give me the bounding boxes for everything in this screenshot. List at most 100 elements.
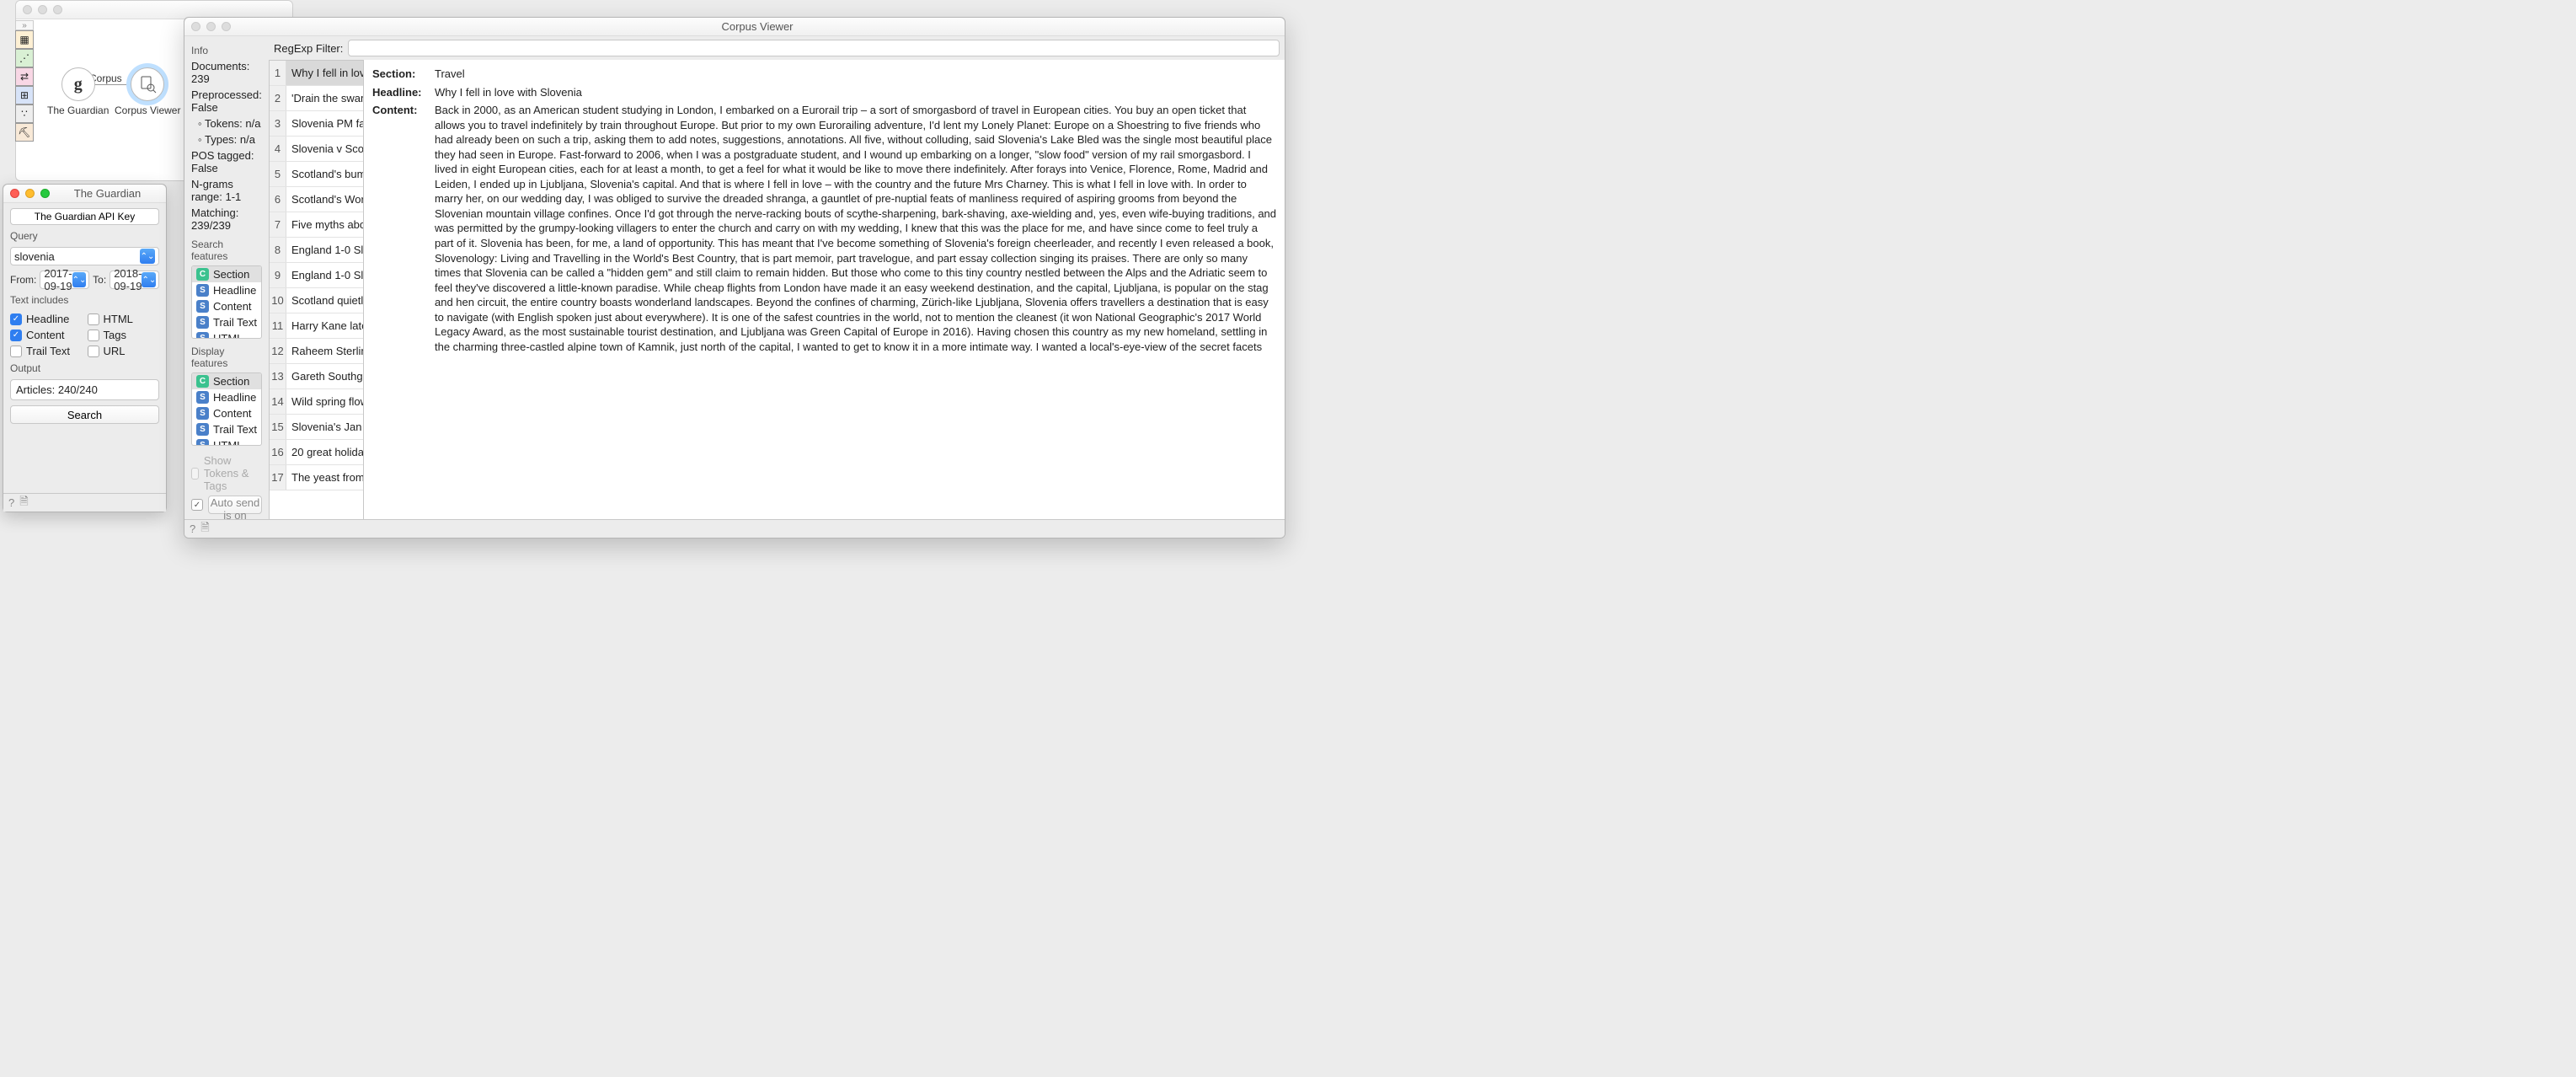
close-icon[interactable] bbox=[10, 189, 19, 198]
search-button[interactable]: Search bbox=[10, 405, 159, 424]
chk-html[interactable]: HTML bbox=[88, 313, 160, 325]
chk-headline[interactable]: ✓Headline bbox=[10, 313, 83, 325]
row-number: 1 bbox=[270, 61, 286, 85]
feature-label: HTML bbox=[213, 332, 243, 339]
feature-item[interactable]: SHeadline bbox=[192, 282, 261, 298]
table-row[interactable]: 4Slovenia v Scotland: Worl… bbox=[270, 137, 363, 162]
info-ngrams: N-grams range: 1-1 bbox=[191, 178, 262, 203]
zoom-icon[interactable] bbox=[40, 189, 50, 198]
row-number: 15 bbox=[270, 415, 286, 439]
query-label: Query bbox=[10, 230, 159, 242]
chk-content-label: Content bbox=[26, 329, 65, 341]
report-icon[interactable]: 🗎 bbox=[200, 520, 209, 538]
info-heading: Info bbox=[191, 45, 262, 56]
row-title: England 1-0 Slovenia: Five… bbox=[286, 238, 363, 262]
minimize-icon[interactable] bbox=[25, 189, 35, 198]
zoom-icon[interactable] bbox=[222, 22, 231, 31]
chk-trailtext[interactable]: Trail Text bbox=[10, 345, 83, 357]
search-features-list[interactable]: CSectionSHeadlineSContentSTrail TextSHTM… bbox=[191, 265, 262, 339]
table-row[interactable]: 14Wild spring flowers in Euro… bbox=[270, 389, 363, 415]
feature-item[interactable]: SHTML bbox=[192, 437, 261, 446]
table-row[interactable]: 9England 1-0 Slovenia: Wor… bbox=[270, 263, 363, 288]
type-badge-icon: S bbox=[196, 423, 209, 436]
table-row[interactable]: 1620 great holidays in Centr… bbox=[270, 440, 363, 465]
minimize-icon[interactable] bbox=[206, 22, 216, 31]
from-date-select[interactable]: 2017-09-19 ⌃⌄ bbox=[40, 271, 89, 289]
node-corpus-viewer[interactable]: Corpus Viewer bbox=[115, 67, 180, 116]
row-number: 2 bbox=[270, 86, 286, 110]
close-icon[interactable] bbox=[191, 22, 200, 31]
chevron-down-icon[interactable]: ⌃⌄ bbox=[140, 249, 155, 264]
query-input[interactable]: slovenia ⌃⌄ bbox=[10, 247, 159, 265]
autosend-button[interactable]: Auto send is on bbox=[208, 496, 262, 514]
table-row[interactable]: 17The yeast from the east: si… bbox=[270, 465, 363, 490]
palette-tool-5[interactable]: ∵ bbox=[15, 104, 34, 123]
row-number: 8 bbox=[270, 238, 286, 262]
table-row[interactable]: 3Slovenia PM facing impea… bbox=[270, 111, 363, 137]
chk-tags[interactable]: Tags bbox=[88, 329, 160, 341]
node-guardian-label: The Guardian bbox=[47, 104, 109, 116]
guardian-titlebar[interactable]: The Guardian bbox=[3, 185, 166, 203]
close-icon[interactable] bbox=[23, 5, 32, 14]
feature-item[interactable]: SHTML bbox=[192, 330, 261, 339]
output-value: Articles: 240/240 bbox=[10, 379, 159, 400]
search-features-heading: Search features bbox=[191, 238, 262, 262]
help-icon[interactable]: ? bbox=[8, 496, 14, 509]
row-title: Slovenia PM facing impea… bbox=[286, 111, 363, 136]
palette-tool-4[interactable]: ⊞ bbox=[15, 86, 34, 104]
palette-tool-1[interactable]: ▦ bbox=[15, 30, 34, 49]
chevron-down-icon[interactable]: ⌃⌄ bbox=[72, 272, 87, 287]
api-key-button[interactable]: The Guardian API Key bbox=[10, 208, 159, 225]
feature-item[interactable]: STrail Text bbox=[192, 421, 261, 437]
feature-item[interactable]: SHeadline bbox=[192, 389, 261, 405]
table-row[interactable]: 13Gareth Southgate will be p… bbox=[270, 364, 363, 389]
palette-chevron-icon[interactable]: » bbox=[15, 20, 34, 30]
viewer-statusbar: ? 🗎 bbox=[184, 519, 1285, 538]
row-title: Wild spring flowers in Euro… bbox=[286, 389, 363, 414]
feature-item[interactable]: STrail Text bbox=[192, 314, 261, 330]
chevron-down-icon[interactable]: ⌃⌄ bbox=[142, 272, 156, 287]
regexp-input[interactable] bbox=[348, 40, 1280, 56]
feature-label: Headline bbox=[213, 391, 256, 404]
feature-item[interactable]: S Content bbox=[192, 405, 261, 421]
row-title: 20 great holidays in Centr… bbox=[286, 440, 363, 464]
node-viewer-label: Corpus Viewer bbox=[115, 104, 180, 116]
minimize-icon[interactable] bbox=[38, 5, 47, 14]
table-row[interactable]: 1Why I fell in love with Slov… bbox=[270, 61, 363, 86]
to-date-select[interactable]: 2018-09-19 ⌃⌄ bbox=[110, 271, 159, 289]
report-icon[interactable]: 🗎 bbox=[19, 494, 28, 512]
viewer-titlebar[interactable]: Corpus Viewer bbox=[184, 18, 1285, 36]
display-features-heading: Display features bbox=[191, 346, 262, 369]
help-icon[interactable]: ? bbox=[190, 522, 195, 535]
info-documents: Documents: 239 bbox=[191, 60, 262, 85]
document-table[interactable]: 1Why I fell in love with Slov…2'Drain th… bbox=[270, 60, 363, 519]
node-guardian[interactable]: g The Guardian bbox=[47, 67, 109, 116]
row-title: Slovenia v Scotland: Worl… bbox=[286, 137, 363, 161]
query-value: slovenia bbox=[14, 250, 55, 263]
table-row[interactable]: 2'Drain the swamp': rightwi… bbox=[270, 86, 363, 111]
table-row[interactable]: 10Scotland quietly satisfied … bbox=[270, 288, 363, 313]
document-detail-pane: Section: Travel Headline: Why I fell in … bbox=[363, 60, 1285, 519]
type-badge-icon: S bbox=[196, 407, 209, 420]
table-row[interactable]: 11Harry Kane late strike agai… bbox=[270, 313, 363, 339]
palette-tool-2[interactable]: ⋰ bbox=[15, 49, 34, 67]
table-row[interactable]: 12Raheem Sterling given No… bbox=[270, 339, 363, 364]
table-row[interactable]: 8England 1-0 Slovenia: Five… bbox=[270, 238, 363, 263]
display-features-list[interactable]: CSectionSHeadlineSContentSTrail TextSHTM… bbox=[191, 372, 262, 446]
table-row[interactable]: 7Five myths about the refu… bbox=[270, 212, 363, 238]
table-row[interactable]: 6Scotland's World Cup hop… bbox=[270, 187, 363, 212]
feature-label: Content bbox=[213, 407, 252, 420]
table-row[interactable]: 15Slovenia's Jan Oblak is rea… bbox=[270, 415, 363, 440]
palette-tool-6[interactable]: ⛏ bbox=[15, 123, 34, 142]
feature-item[interactable]: SContent bbox=[192, 298, 261, 314]
autosend-checkbox[interactable]: ✓ bbox=[191, 499, 203, 511]
palette-tool-3[interactable]: ⇄ bbox=[15, 67, 34, 86]
from-label: From: bbox=[10, 274, 36, 286]
chk-content[interactable]: ✓Content bbox=[10, 329, 83, 341]
zoom-icon[interactable] bbox=[53, 5, 62, 14]
chk-url[interactable]: URL bbox=[88, 345, 160, 357]
feature-item[interactable]: CSection bbox=[192, 266, 261, 282]
feature-item[interactable]: CSection bbox=[192, 373, 261, 389]
info-preprocessed: Preprocessed: False bbox=[191, 88, 262, 114]
table-row[interactable]: 5Scotland's bumpy road to … bbox=[270, 162, 363, 187]
